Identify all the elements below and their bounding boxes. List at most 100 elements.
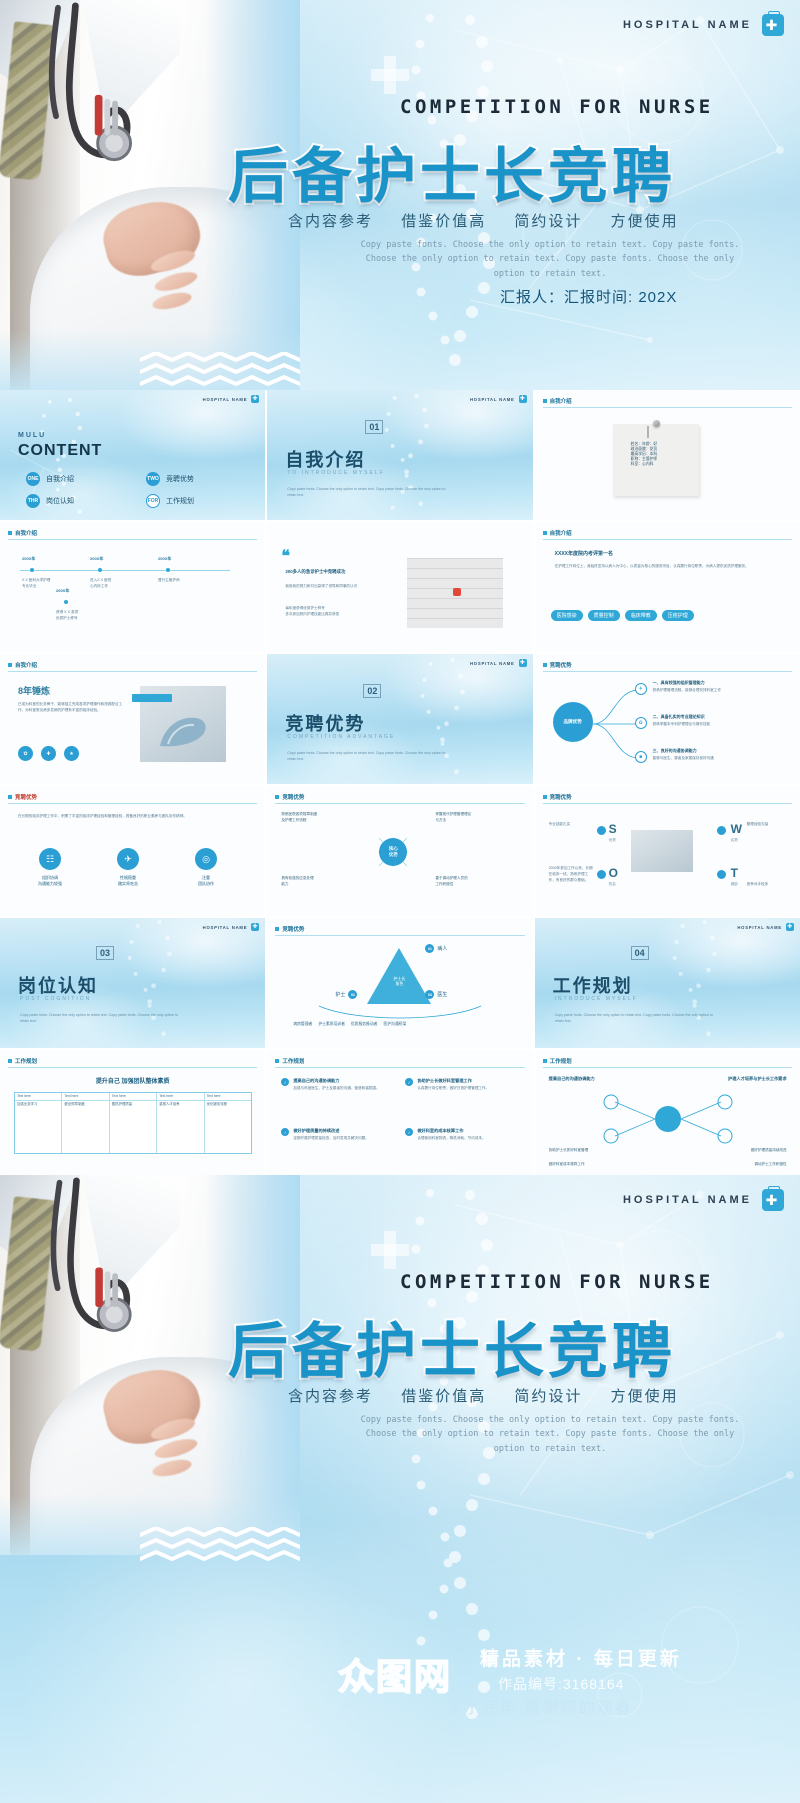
timeline-text-1: X X 医科大学护理 专业毕业	[22, 578, 51, 588]
plan-node-1: 协助护士长抓好科室管理	[548, 1148, 589, 1152]
check-icon: ✓	[281, 1078, 290, 1086]
hospital-brand: HOSPITAL NAME ✚	[623, 11, 784, 36]
award-body: 在护理工作岗位上，我始终坚持以病人为中心，以质量为核心的服务宗旨，认真履行岗位职…	[554, 564, 749, 568]
plan-col-3: Text here	[109, 1093, 157, 1100]
thumb-plan-list[interactable]: 工作规划 ✓ 提高自己的沟通协调能力 加强与科室医生、护士及患者的沟通，营造和谐…	[267, 1050, 533, 1180]
plan-table: Text here Text here Text here Text here …	[14, 1092, 252, 1154]
quote-note: 每年度获得优秀护士称号 多次参加院内护理技能比赛并获奖	[285, 606, 340, 616]
stethoscope-icon-bottom	[50, 1177, 132, 1333]
thumb-section-03[interactable]: HOSPITAL NAME ✚ 03 岗位认知 POST COGNITION C…	[0, 918, 266, 1048]
slide-tag: 自我介绍	[543, 397, 572, 405]
slide-header-label: HOSPITAL NAME	[737, 924, 782, 930]
adv-card-3[interactable]: ◎ 注重 团队协作	[178, 848, 234, 887]
thumb-plan-radial[interactable]: 工作规划 提高自己的沟通协调能力 护理人才培养与护士长工作要求 协助护士长抓好科…	[534, 1050, 800, 1180]
hero-english-title: COMPETITION FOR NURSE	[400, 96, 714, 118]
thumb-intro-years[interactable]: 自我介绍 8年锤炼 已成为科室的业务骨干，能够独立完成各项护理操作和抢救配合工作…	[0, 654, 266, 784]
accent-bar	[132, 694, 172, 702]
triangle-center-label: 护士长 角色	[393, 976, 406, 987]
cross-decoration-small-bar-b	[371, 1244, 409, 1256]
swot-letter-s: S	[608, 822, 617, 836]
adv-branch-2-text: 熟练掌握本专科护理理论与操作技能	[652, 722, 711, 726]
chip-2[interactable]: 质量控制	[587, 610, 620, 621]
post-bottom-row: 病房管理者 护士素质培训者 优质服务推动者 医护沟通桥梁	[293, 1022, 406, 1027]
circle-c-icon[interactable]: ★	[64, 746, 79, 761]
adv-card-2[interactable]: ✈ 性格稳重 踏实肯吃苦	[100, 848, 156, 887]
section-number: 03	[96, 946, 115, 960]
content-item-one-label: 自我介绍	[46, 476, 74, 483]
swot-note: 2000年参加工作以来，长期在临床一线，熟悉护理工作，有良好的群众基础。	[548, 866, 593, 882]
circle-b-icon[interactable]: ✚	[41, 746, 56, 761]
plan-item-4: ✓ 做好科室的成本核算工作 合理使用科室物资，降低消耗，节约成本。	[405, 1128, 517, 1142]
hero-subtitle-3: 简约设计	[514, 213, 583, 230]
plan-item-1: ✓ 提高自己的沟通协调能力 加强与科室医生、护士及患者的沟通，营造和谐氛围。	[281, 1078, 391, 1092]
hero-cover-top: HOSPITAL NAME ✚ COMPETITION FOR NURSE 后备…	[0, 0, 800, 390]
plan-cell-1: 加强业务学习	[15, 1100, 62, 1153]
plan-item-4-title: 做好科室的成本核算工作	[417, 1128, 464, 1133]
thumb-post-triangle[interactable]: 竞聘优势 护士长 角色 01 病人 护士 02 03 医生 病房管理者 护士素质…	[267, 918, 533, 1048]
thumb-section-04[interactable]: HOSPITAL NAME ✚ 04 工作规划 INTRODUCE MYSELF…	[534, 918, 800, 1048]
thumb-plan-table[interactable]: 工作规划 提升自己 加强团队整体素质 Text here Text here T…	[0, 1050, 266, 1180]
plan-cell-4: 重视人才培养	[157, 1100, 204, 1153]
thumb-intro-note[interactable]: 自我介绍 姓名：年龄：好 政治面貌：党员 最高学历：本科 职称：主管护师 科室：…	[534, 390, 800, 520]
adv-node-1-icon: ✈	[634, 683, 647, 695]
adv-card-2-label: 性格稳重 踏实肯吃苦	[118, 875, 138, 886]
section-title-cn: 竞聘优势	[285, 714, 366, 734]
medical-briefcase-icon: ✚	[762, 11, 784, 36]
content-item-three[interactable]: THR 岗位认知	[26, 494, 74, 508]
chip-1[interactable]: 医院感染	[550, 610, 583, 621]
content-item-one[interactable]: ONE 自我介绍	[26, 472, 74, 486]
adv-card-1[interactable]: ☷ 组织协调 沟通能力较强	[22, 848, 78, 887]
medical-briefcase-icon: ✚	[518, 395, 527, 403]
adv-card-3-label: 注重 团队协作	[198, 875, 214, 886]
hero-subtitle-row-bottom: 含内容参考 借鉴价值高 简约设计 方便使用	[288, 1385, 701, 1406]
tri-node-1-label: 病人	[437, 946, 448, 952]
puzzle-highlight-piece	[453, 588, 462, 596]
adv-center-node: 品牌优势	[552, 702, 593, 742]
timeline-year-3: 200X年	[158, 556, 172, 561]
quote-body: 我用我的努力和付出赢得了领导和同事的认可	[285, 584, 358, 588]
hero-chinese-title: 后备护士长竞聘	[226, 141, 676, 212]
swot-letter-o: O	[608, 866, 618, 880]
award-title: XXXX年度院内考评第一名	[554, 551, 613, 557]
plan-item-3: ✓ 做好护理质量的持续改进 定期开展护理质量检查，及时发现并解决问题。	[281, 1128, 391, 1142]
slide-header-label: HOSPITAL NAME	[469, 660, 515, 666]
timeline-text-2: 进入X X 医院 心内科工作	[90, 578, 112, 588]
content-item-two[interactable]: TWO 竞聘优势	[146, 472, 194, 486]
thumb-section-02[interactable]: HOSPITAL NAME ✚ 02 竞聘优势 COMPETITION ADVA…	[267, 654, 533, 784]
section-title-en: POST COGNITION	[20, 996, 92, 1002]
adv-quad-4: 善于调动护理人员的 工作积极性	[435, 876, 468, 886]
thumb-intro-awards[interactable]: 自我介绍 XXXX年度院内考评第一名 在护理工作岗位上，我始终坚持以病人为中心，…	[534, 522, 800, 652]
chip-3[interactable]: 临床带教	[624, 610, 657, 621]
plan-item-2-title: 协助护士长做好科室管理工作	[417, 1078, 472, 1083]
slide-tag: 竞聘优势	[8, 793, 37, 801]
adv-three-body: 在长期的临床护理工作中，积累了丰富的临床护理经验和管理经验，具备良好的职业素养与…	[18, 814, 187, 818]
thumb-intro-quote[interactable]: ❝ 200多人的急诊护士中竞聘成功 我用我的努力和付出赢得了领导和同事的认可 每…	[267, 522, 533, 652]
slide-tag: 竞聘优势	[275, 925, 304, 933]
thumb-adv-three[interactable]: 竞聘优势 在长期的临床护理工作中，积累了丰富的临床护理经验和管理经验，具备良好的…	[0, 786, 266, 916]
thumb-intro-timeline[interactable]: 自我介绍 200X年 200X年 200X年 200X年 X X 医科大学护理 …	[0, 522, 266, 652]
stethoscope-icon	[48, 2, 132, 162]
gloved-hand-icon	[160, 717, 206, 747]
swot-cn-o: 机会	[608, 882, 616, 886]
content-label-en: MULU	[18, 432, 47, 439]
tri-node-3: 03 医生	[425, 990, 447, 999]
content-item-four[interactable]: FOR 工作规划	[146, 494, 194, 508]
content-item-three-label: 岗位认知	[46, 498, 74, 505]
tri-node-1-badge: 01	[425, 944, 435, 953]
swot-letter-w: W	[730, 822, 742, 836]
plan-item-2: ✓ 协助护士长做好科室管理工作 认真履行岗位职责，做好日常护理管理工作。	[405, 1078, 517, 1092]
thumb-adv-radial[interactable]: 竞聘优势 品牌优势 ✈ ♻ ■ 一、具有较强的组织管理能力 熟悉护理管理流程，能…	[534, 654, 800, 784]
hero-lorem-text: Copy paste fonts. Choose the only option…	[360, 240, 740, 279]
swot-cn-w: 劣势	[730, 838, 738, 842]
slide-header-label: HOSPITAL NAME	[202, 396, 248, 402]
circle-a-icon[interactable]: ✿	[18, 746, 33, 761]
thumb-adv-center[interactable]: 竞聘优势 核心 优势 熟悉医院各项规章制度 及护理工作流程 掌握现代护理管理理论…	[267, 786, 533, 916]
thumb-content-slide[interactable]: HOSPITAL NAME ✚ MULU CONTENT ONE 自我介绍 TW…	[0, 390, 266, 520]
tri-node-3-label: 医生	[437, 992, 448, 998]
chip-4[interactable]: 压疮护理	[661, 610, 694, 621]
thumb-adv-swot[interactable]: 竞聘优势 S W O T 优势 劣势 机会 威胁 专业技能扎实 管理经验欠缺 2…	[534, 786, 800, 916]
thumb-section-01[interactable]: HOSPITAL NAME ✚ 01 自我介绍 TO INTRODUCE MYS…	[267, 390, 533, 520]
adv-branch-1-text: 熟悉护理管理流程，能够合理安排科室工作	[652, 688, 721, 692]
people-icon: ☷	[39, 848, 61, 870]
section-number: 02	[363, 684, 382, 698]
